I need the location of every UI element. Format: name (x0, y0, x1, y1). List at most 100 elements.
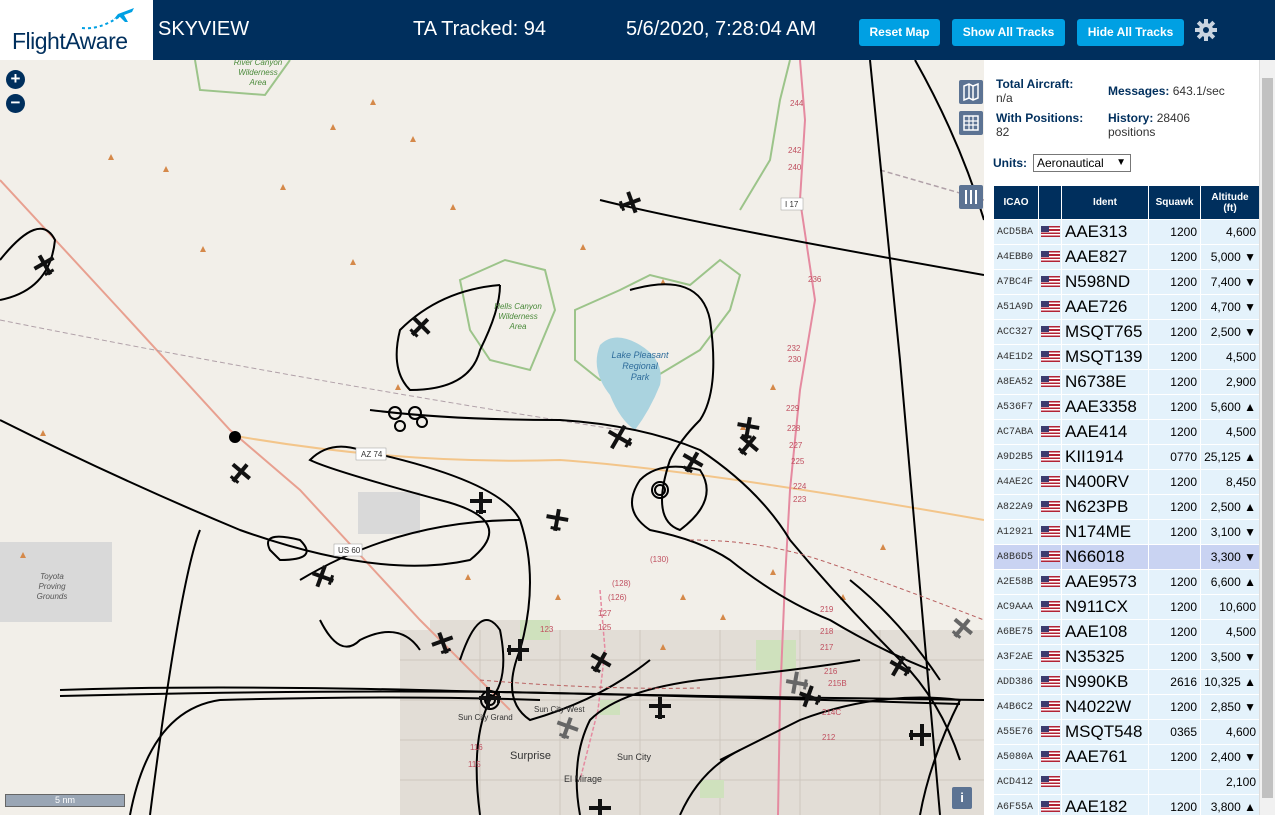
cell-squawk: 0770 (1148, 444, 1201, 470)
cell-squawk: 1200 (1148, 419, 1201, 445)
zoom-out-button[interactable]: − (6, 94, 25, 113)
table-row[interactable]: A55E76 MSQT548 0365 4,600 (993, 719, 1260, 745)
table-row[interactable]: A536F7 AAE3358 1200 5,600 ▲ (993, 394, 1260, 420)
table-row[interactable]: A4EBB0 AAE827 1200 5,000 ▼ (993, 244, 1260, 270)
hide-all-tracks-button[interactable]: Hide All Tracks (1077, 19, 1184, 46)
table-row[interactable]: ACD5BA AAE313 1200 4,600 (993, 219, 1260, 245)
cell-flag (1038, 694, 1062, 720)
cell-flag (1038, 594, 1062, 620)
columns-toggle-button[interactable] (959, 185, 983, 209)
info-button[interactable]: i (952, 787, 972, 809)
cell-altitude: 4,600 (1200, 719, 1260, 745)
us-flag-icon (1040, 726, 1060, 738)
table-row[interactable]: A51A9D AAE726 1200 4,700 ▼ (993, 294, 1260, 320)
header-altitude[interactable]: Altitude (ft) (1200, 185, 1260, 220)
cell-squawk (1148, 544, 1201, 570)
flight-map[interactable]: 244 242 240 236 232 230 229 228 227 225 224 223 … (0, 60, 984, 815)
grid-icon (963, 115, 979, 131)
history-value: 28406 (1156, 111, 1191, 125)
cell-flag (1038, 419, 1062, 445)
cell-altitude: 8,450 (1200, 469, 1260, 495)
table-row[interactable]: A8B6D5 N66018 3,300 ▼ (993, 544, 1260, 570)
cell-altitude: 2,100 (1200, 769, 1260, 795)
table-row[interactable]: ADD386 N990KB 2616 10,325 ▲ (993, 669, 1260, 695)
table-row[interactable]: A12921 N174ME 1200 3,100 ▼ (993, 519, 1260, 545)
units-select[interactable]: Aeronautical ▼ (1033, 154, 1131, 172)
gear-icon[interactable] (1194, 18, 1218, 42)
cell-altitude: 25,125 ▲ (1200, 444, 1260, 470)
scrollbar-thumb[interactable] (1262, 78, 1273, 798)
cell-altitude: 5,600 ▲ (1200, 394, 1260, 420)
table-row[interactable]: A3F2AE N35325 1200 3,500 ▼ (993, 644, 1260, 670)
reset-map-button[interactable]: Reset Map (859, 19, 940, 46)
table-row[interactable]: AC7ABA AAE414 1200 4,500 (993, 419, 1260, 445)
table-row[interactable]: A6BE75 AAE108 1200 4,500 (993, 619, 1260, 645)
cell-altitude: 4,500 (1200, 419, 1260, 445)
cell-squawk: 1200 (1148, 344, 1201, 370)
table-row[interactable]: A9D2B5 KII1914 0770 25,125 ▲ (993, 444, 1260, 470)
cell-icao: A51A9D (993, 294, 1039, 320)
cell-icao: A822A9 (993, 494, 1039, 520)
table-row[interactable]: A5080A AAE761 1200 2,400 ▼ (993, 744, 1260, 770)
table-row[interactable]: A4E1D2 MSQT139 1200 4,500 (993, 344, 1260, 370)
table-row[interactable]: AC9AAA N911CX 1200 10,600 (993, 594, 1260, 620)
cell-flag (1038, 519, 1062, 545)
table-row[interactable]: ACD412 2,100 (993, 769, 1260, 795)
cell-squawk: 1200 (1148, 519, 1201, 545)
cell-icao: AC7ABA (993, 419, 1039, 445)
table-row[interactable]: A8EA52 N6738E 1200 2,900 (993, 369, 1260, 395)
cell-ident: N911CX (1061, 594, 1149, 620)
svg-text:116: 116 (470, 743, 483, 752)
header-flag[interactable] (1038, 185, 1062, 220)
table-row[interactable]: A822A9 N623PB 1200 2,500 ▲ (993, 494, 1260, 520)
table-row[interactable]: A7BC4F N598ND 1200 7,400 ▼ (993, 269, 1260, 295)
cell-icao: A5080A (993, 744, 1039, 770)
svg-text:236: 236 (808, 275, 822, 284)
grid-toggle-button[interactable] (959, 111, 983, 135)
us-flag-icon (1040, 751, 1060, 763)
header-squawk[interactable]: Squawk (1148, 185, 1201, 220)
table-row[interactable]: A4AE2C N400RV 1200 8,450 (993, 469, 1260, 495)
svg-text:212: 212 (822, 733, 836, 742)
cell-altitude: 3,300 ▼ (1200, 544, 1260, 570)
table-row[interactable]: A6F55A AAE182 1200 3,800 ▲ (993, 794, 1260, 815)
cell-icao: A8EA52 (993, 369, 1039, 395)
cell-flag (1038, 569, 1062, 595)
cell-ident (1061, 769, 1149, 795)
svg-text:218: 218 (820, 627, 834, 636)
show-all-tracks-button[interactable]: Show All Tracks (952, 19, 1065, 46)
cell-icao: A55E76 (993, 719, 1039, 745)
table-row[interactable]: ACC327 MSQT765 1200 2,500 ▼ (993, 319, 1260, 345)
cell-flag (1038, 294, 1062, 320)
total-aircraft: Total Aircraft: n/a (996, 77, 1073, 105)
cell-flag (1038, 669, 1062, 695)
cell-flag (1038, 544, 1062, 570)
map-canvas[interactable]: 244242240 236232230 229228227 225224223 … (0, 60, 984, 815)
cell-squawk: 0365 (1148, 719, 1201, 745)
header-ident[interactable]: Ident (1061, 185, 1149, 220)
us-flag-icon (1040, 526, 1060, 538)
cell-flag (1038, 269, 1062, 295)
table-row[interactable]: A2E58B AAE9573 1200 6,600 ▲ (993, 569, 1260, 595)
svg-text:219: 219 (820, 605, 834, 614)
app-title: SKYVIEW (158, 18, 250, 40)
table-row[interactable]: A4B6C2 N4022W 1200 2,850 ▼ (993, 694, 1260, 720)
header-icao[interactable]: ICAO (993, 185, 1039, 220)
cell-squawk: 1200 (1148, 319, 1201, 345)
svg-text:217: 217 (820, 643, 834, 652)
flightaware-logo[interactable]: FlightAware (0, 0, 153, 60)
cell-flag (1038, 794, 1062, 815)
us-flag-icon (1040, 676, 1060, 688)
zoom-in-button[interactable]: + (6, 70, 25, 89)
sidebar-scrollbar[interactable] (1259, 60, 1275, 815)
cell-ident: N4022W (1061, 694, 1149, 720)
cell-icao: A6BE75 (993, 619, 1039, 645)
svg-text:232: 232 (787, 344, 801, 353)
us-flag-icon (1040, 326, 1060, 338)
history-unit: positions (1108, 125, 1156, 139)
cell-ident: AAE182 (1061, 794, 1149, 815)
map-layers-button[interactable] (959, 80, 983, 104)
with-positions-label: With Positions: (996, 111, 1084, 125)
cell-icao: A9D2B5 (993, 444, 1039, 470)
svg-text:224: 224 (793, 482, 807, 491)
